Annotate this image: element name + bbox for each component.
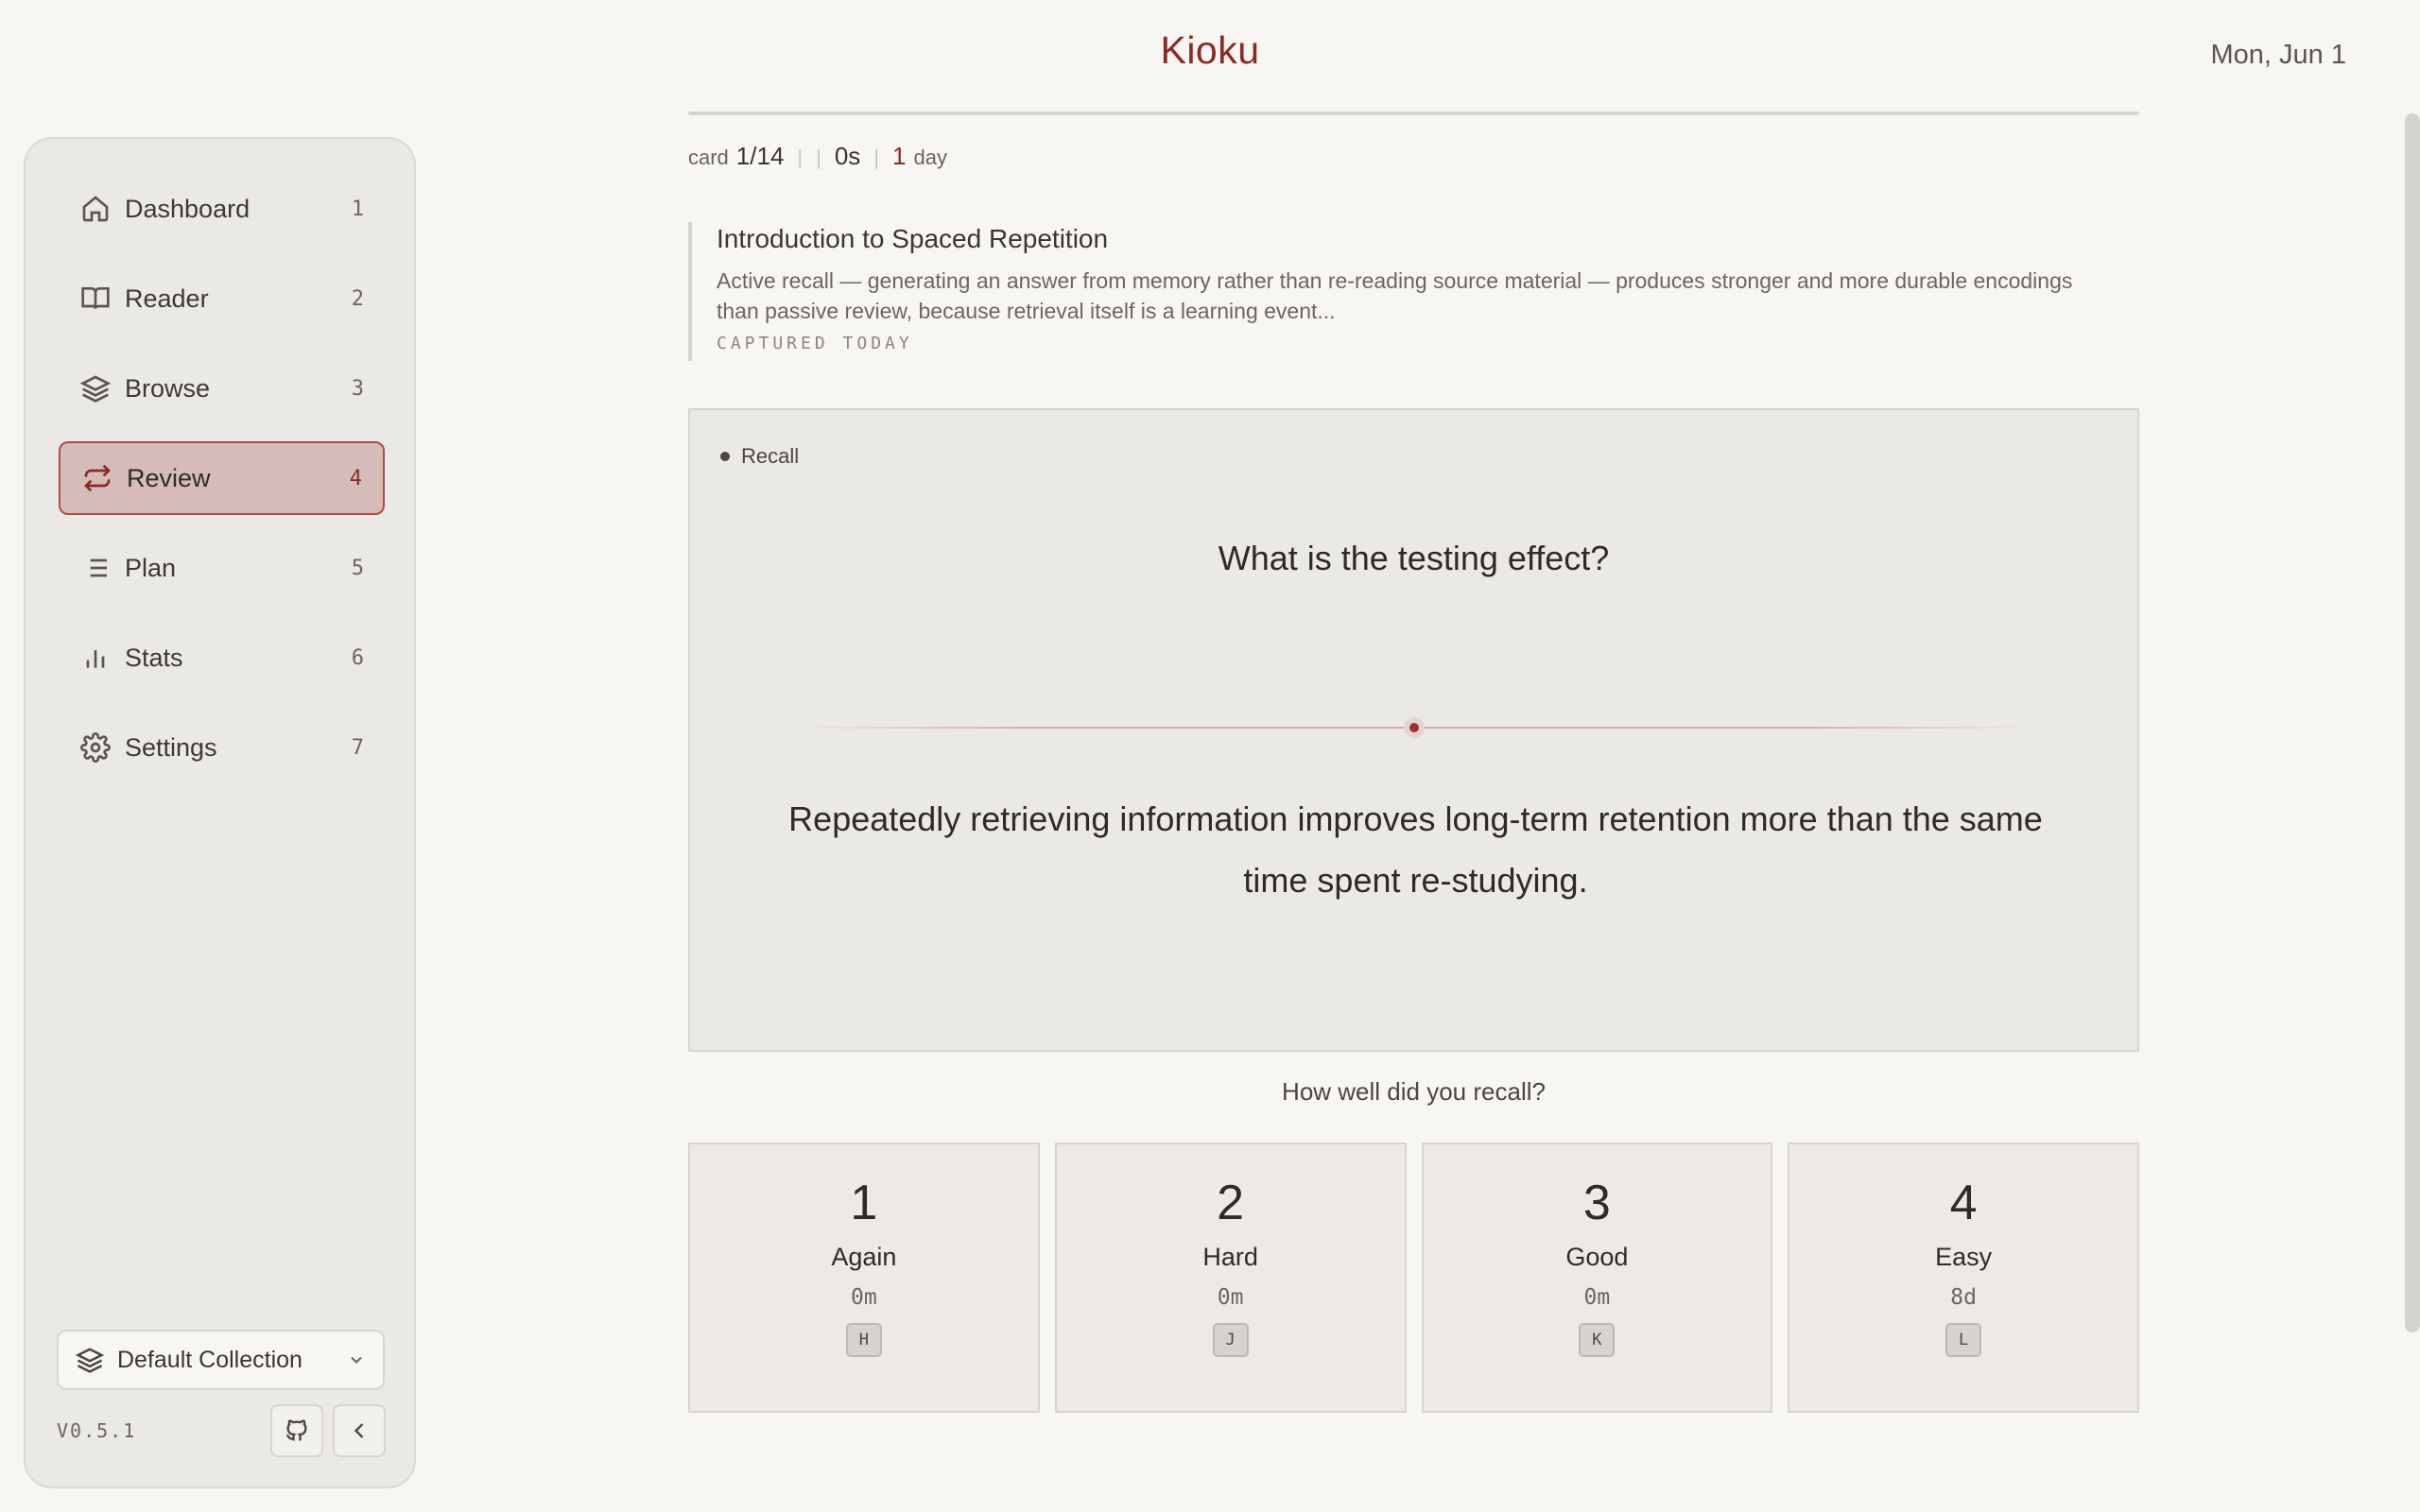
chevron-down-icon <box>351 1356 362 1364</box>
sidebar-item-review[interactable]: Review 4 <box>59 441 385 515</box>
collapse-sidebar-button[interactable] <box>333 1404 386 1457</box>
meta-separator: | <box>873 146 880 169</box>
sidebar-item-label: Browse <box>125 373 211 403</box>
sidebar-item-shortcut: 2 <box>351 286 364 311</box>
source-excerpt: Introduction to Spaced Repetition Active… <box>688 222 2139 361</box>
sidebar-item-settings[interactable]: Settings 7 <box>59 711 385 784</box>
grade-number: 1 <box>850 1176 878 1230</box>
sidebar-item-shortcut: 3 <box>351 376 364 401</box>
grade-label: Hard <box>1202 1243 1258 1271</box>
sidebar-item-label: Stats <box>125 643 183 672</box>
card-type-label: Recall <box>741 444 800 468</box>
grade-number: 4 <box>1949 1176 1978 1230</box>
sidebar-nav: Dashboard 1 Reader 2 Browse 3 Review 4 P… <box>59 172 385 800</box>
grade-label: Easy <box>1935 1243 1993 1271</box>
grade-label: Again <box>831 1243 897 1271</box>
grade-interval: 8d <box>1950 1285 1977 1310</box>
source-caption: CAPTURED TODAY <box>717 334 913 353</box>
current-date: Mon, Jun 1 <box>2210 40 2346 70</box>
interval-unit: day <box>913 146 947 169</box>
sidebar-item-dashboard[interactable]: Dashboard 1 <box>59 172 385 246</box>
meta-separator: | <box>797 146 804 169</box>
layers-icon <box>79 372 112 404</box>
bar-chart-icon <box>79 642 112 674</box>
sidebar-item-shortcut: 5 <box>351 556 364 580</box>
sidebar-item-shortcut: 7 <box>351 735 364 760</box>
card-label: card <box>688 146 729 169</box>
card-answer: Repeatedly retrieving information improv… <box>788 799 2043 900</box>
session-progress-bar <box>688 112 2139 115</box>
app-title: Kioku <box>1160 28 1260 72</box>
keyboard-shortcut: H <box>845 1323 882 1357</box>
grade-interval: 0m <box>1217 1285 1244 1310</box>
home-icon <box>79 193 112 225</box>
app-version: V0.5.1 <box>57 1419 137 1442</box>
repeat-icon <box>81 462 113 494</box>
sidebar-item-label: Review <box>127 463 211 492</box>
book-icon <box>79 283 112 315</box>
sidebar-item-shortcut: 6 <box>351 645 364 670</box>
collection-select[interactable]: Default Collection <box>57 1330 385 1390</box>
grade-good-button[interactable]: 3 Good 0m K <box>1421 1143 1773 1413</box>
divider-dot-icon <box>1404 717 1425 738</box>
sidebar-item-shortcut: 1 <box>351 197 364 221</box>
meta-separator: | <box>816 146 821 169</box>
bullet-icon <box>720 452 730 461</box>
sidebar-item-plan[interactable]: Plan 5 <box>59 531 385 605</box>
interval-value: 1 <box>892 142 907 170</box>
sidebar-item-label: Reader <box>125 284 209 313</box>
page-scrollbar[interactable] <box>2405 113 2420 1332</box>
list-icon <box>79 552 112 584</box>
card-meta: card 1/14 | | 0s | 1 day <box>688 142 947 171</box>
sidebar-item-browse[interactable]: Browse 3 <box>59 352 385 425</box>
sidebar-item-label: Plan <box>125 553 177 582</box>
layers-icon <box>76 1348 104 1373</box>
collection-label: Default Collection <box>117 1346 302 1373</box>
grade-interval: 0m <box>1583 1285 1611 1310</box>
chevron-left-icon <box>354 1423 364 1438</box>
card-type-tag: Recall <box>720 444 799 469</box>
grade-number: 3 <box>1582 1176 1611 1230</box>
grade-easy-button[interactable]: 4 Easy 8d L <box>1788 1143 2139 1413</box>
flashcard: Recall What is the testing effect? Repea… <box>688 408 2139 1052</box>
sidebar-item-shortcut: 4 <box>349 466 362 490</box>
grade-interval: 0m <box>851 1285 877 1310</box>
elapsed-time: 0s <box>834 142 861 170</box>
source-text: Active recall — generating an answer fro… <box>717 268 2073 323</box>
grade-again-button[interactable]: 1 Again 0m H <box>688 1143 1040 1413</box>
card-count: 1/14 <box>735 142 785 170</box>
grade-label: Good <box>1565 1243 1629 1271</box>
grade-hard-button[interactable]: 2 Hard 0m J <box>1054 1143 1407 1413</box>
source-title: Introduction to Spaced Repetition <box>717 224 1109 253</box>
gear-icon <box>79 731 112 764</box>
keyboard-shortcut: L <box>1945 1323 1982 1357</box>
keyboard-shortcut: J <box>1212 1323 1249 1357</box>
sidebar-item-label: Settings <box>125 732 217 762</box>
grade-buttons: 1 Again 0m H 2 Hard 0m J 3 Good 0m K 4 E… <box>688 1143 2139 1413</box>
card-question: What is the testing effect? <box>1218 539 1610 577</box>
keyboard-shortcut: K <box>1579 1323 1616 1357</box>
github-button[interactable] <box>270 1404 323 1457</box>
sidebar-item-reader[interactable]: Reader 2 <box>59 262 385 335</box>
recall-prompt: How well did you recall? <box>1282 1077 1546 1106</box>
sidebar-item-stats[interactable]: Stats 6 <box>59 621 385 695</box>
github-icon <box>285 1419 307 1441</box>
sidebar-item-label: Dashboard <box>125 194 251 223</box>
sidebar: Dashboard 1 Reader 2 Browse 3 Review 4 P… <box>24 137 416 1488</box>
grade-number: 2 <box>1217 1176 1245 1230</box>
